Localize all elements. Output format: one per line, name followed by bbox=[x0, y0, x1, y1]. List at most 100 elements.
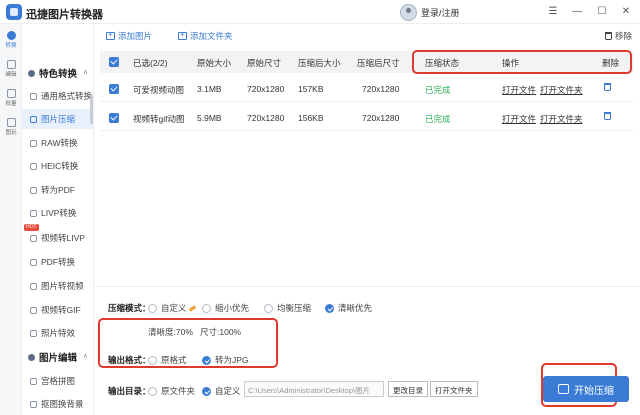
play-icon bbox=[6, 118, 16, 127]
login-button[interactable]: 登录/注册 bbox=[400, 3, 460, 21]
radio-checked-icon bbox=[202, 386, 211, 396]
add-folder-icon bbox=[178, 30, 187, 40]
row-checkbox[interactable] bbox=[109, 84, 119, 94]
table-row: 视频转gif动图 5.9MB 720x1280 156KB 720x1280 已… bbox=[100, 105, 634, 131]
mode-clarity-first[interactable]: 清晰优先 bbox=[325, 302, 372, 314]
video-icon bbox=[30, 234, 37, 242]
orig-dim: 720x1280 bbox=[247, 113, 285, 123]
delete-icon[interactable] bbox=[604, 83, 611, 91]
row-checkbox[interactable] bbox=[109, 113, 119, 123]
compress-icon bbox=[30, 115, 37, 123]
mode-bar: 转换 编辑 批量 图玩 bbox=[0, 24, 22, 415]
sidebar-item-heic[interactable]: HEIC转换 bbox=[22, 156, 94, 176]
image-edit-icon bbox=[28, 353, 35, 361]
output-path-input[interactable]: C:\Users\Administrator\Desktop\图片 bbox=[244, 381, 384, 397]
sidebar-item-image-video[interactable]: 图片转视频 bbox=[22, 276, 94, 296]
header-new-dim: 压缩后尺寸 bbox=[357, 58, 400, 68]
header-selected: 已选(2/2) bbox=[133, 58, 168, 68]
mode-custom[interactable]: 自定义 bbox=[148, 302, 196, 314]
raw-icon bbox=[30, 139, 37, 147]
sidebar-item-format-convert[interactable]: 通用格式转换 bbox=[22, 86, 94, 106]
mode-label: 压缩模式： bbox=[108, 303, 151, 313]
status-badge: 已完成 bbox=[425, 114, 451, 124]
format-label: 输出格式： bbox=[108, 355, 151, 365]
maximize-button[interactable]: ☐ bbox=[595, 5, 609, 19]
sidebar-scrollbar[interactable] bbox=[90, 94, 93, 124]
pdf-icon bbox=[30, 186, 37, 194]
delete-icon[interactable] bbox=[604, 112, 611, 120]
open-file-link[interactable]: 打开文件 bbox=[502, 84, 536, 96]
open-file-link[interactable]: 打开文件 bbox=[502, 113, 536, 125]
file-name: 视频转gif动图 bbox=[133, 114, 185, 124]
radio-icon bbox=[264, 303, 273, 313]
sidebar-item-video-gif[interactable]: 视频转GIF bbox=[22, 300, 94, 320]
add-folder-button[interactable]: 添加文件夹 bbox=[178, 30, 233, 42]
divider bbox=[94, 286, 640, 287]
mode-edit[interactable]: 编辑 bbox=[1, 58, 21, 82]
chevron-up-icon: ∧ bbox=[82, 353, 88, 360]
edit-icon bbox=[6, 60, 16, 69]
sidebar-item-photo-effect[interactable]: 照片特效 bbox=[22, 323, 94, 343]
start-compress-button[interactable]: 开始压缩 bbox=[543, 376, 629, 402]
open-folder-button[interactable]: 打开文件夹 bbox=[430, 381, 478, 397]
select-all-checkbox[interactable] bbox=[109, 57, 119, 67]
dir-custom[interactable]: 自定义 bbox=[202, 385, 241, 397]
gif-icon bbox=[30, 306, 37, 314]
mode-convert[interactable]: 转换 bbox=[1, 29, 21, 53]
dir-original[interactable]: 原文件夹 bbox=[148, 385, 195, 397]
dir-label: 输出目录： bbox=[108, 386, 151, 396]
orig-size: 3.1MB bbox=[197, 84, 222, 94]
mode-batch[interactable]: 批量 bbox=[1, 87, 21, 111]
heic-icon bbox=[30, 162, 37, 170]
radio-icon bbox=[148, 303, 157, 313]
sidebar-item-raw[interactable]: RAW转换 bbox=[22, 133, 94, 153]
clarity-value: 清晰度:70% bbox=[148, 327, 193, 337]
section-feature-convert[interactable]: 特色转换 ∧ bbox=[22, 64, 94, 82]
image-video-icon bbox=[30, 282, 37, 290]
menu-button[interactable]: ☰ bbox=[546, 5, 560, 19]
open-folder-link[interactable]: 打开文件夹 bbox=[540, 113, 583, 125]
sidebar-item-to-pdf[interactable]: 转为PDF bbox=[22, 180, 94, 200]
sidebar-item-pdf-convert[interactable]: PDF转换 bbox=[22, 252, 94, 272]
sidebar-item-image-compress[interactable]: 图片压缩 bbox=[22, 109, 94, 129]
app-title: 迅捷图片转换器 bbox=[26, 9, 103, 21]
new-size: 156KB bbox=[298, 113, 324, 123]
orig-dim: 720x1280 bbox=[247, 84, 285, 94]
change-dir-button[interactable]: 更改目录 bbox=[388, 381, 428, 397]
radio-checked-icon bbox=[202, 355, 211, 365]
format-jpg[interactable]: 转为JPG bbox=[202, 354, 249, 366]
sidebar-item-livp[interactable]: LIVP转换 bbox=[22, 203, 94, 223]
header-orig-dim: 原始尺寸 bbox=[247, 58, 282, 68]
close-button[interactable]: ✕ bbox=[619, 5, 633, 19]
add-image-button[interactable]: 添加图片 bbox=[106, 30, 152, 42]
sidebar-item-grid-puzzle[interactable]: 宫格拼图 bbox=[22, 371, 94, 391]
app-logo-icon bbox=[6, 4, 22, 20]
section-image-edit[interactable]: 图片编辑 ∧ bbox=[22, 348, 94, 366]
remove-button[interactable]: 移除 bbox=[604, 30, 632, 42]
title-bar: 迅捷图片转换器 登录/注册 ☰ — ☐ ✕ bbox=[0, 0, 640, 24]
sidebar-item-video-livp[interactable]: HOT 视频转LIVP bbox=[22, 224, 94, 248]
format-original[interactable]: 原格式 bbox=[148, 354, 187, 366]
chevron-up-icon: ∧ bbox=[82, 69, 88, 76]
table-row: 可爱视频动图 3.1MB 720x1280 157KB 720x1280 已完成… bbox=[100, 76, 634, 102]
radio-icon bbox=[148, 355, 157, 365]
sidebar-item-cutout[interactable]: 抠图换背景 bbox=[22, 394, 94, 414]
compress-start-icon bbox=[558, 384, 569, 394]
header-orig-size: 原始大小 bbox=[197, 58, 232, 68]
open-folder-link[interactable]: 打开文件夹 bbox=[540, 84, 583, 96]
status-badge: 已完成 bbox=[425, 85, 451, 95]
mode-balanced[interactable]: 均衡压缩 bbox=[264, 302, 311, 314]
cutout-icon bbox=[30, 400, 37, 408]
avatar-icon bbox=[400, 3, 417, 21]
login-label: 登录/注册 bbox=[421, 7, 460, 18]
radio-icon bbox=[202, 303, 211, 313]
hot-badge: HOT bbox=[24, 224, 39, 231]
mode-small-first[interactable]: 缩小优先 bbox=[202, 302, 249, 314]
new-dim: 720x1280 bbox=[362, 113, 400, 123]
mode-play[interactable]: 图玩 bbox=[1, 116, 21, 140]
header-new-size: 压缩后大小 bbox=[298, 58, 341, 68]
effect-icon bbox=[30, 329, 37, 337]
minimize-button[interactable]: — bbox=[570, 5, 584, 19]
radio-checked-icon bbox=[325, 303, 334, 313]
format-icon bbox=[30, 92, 37, 100]
